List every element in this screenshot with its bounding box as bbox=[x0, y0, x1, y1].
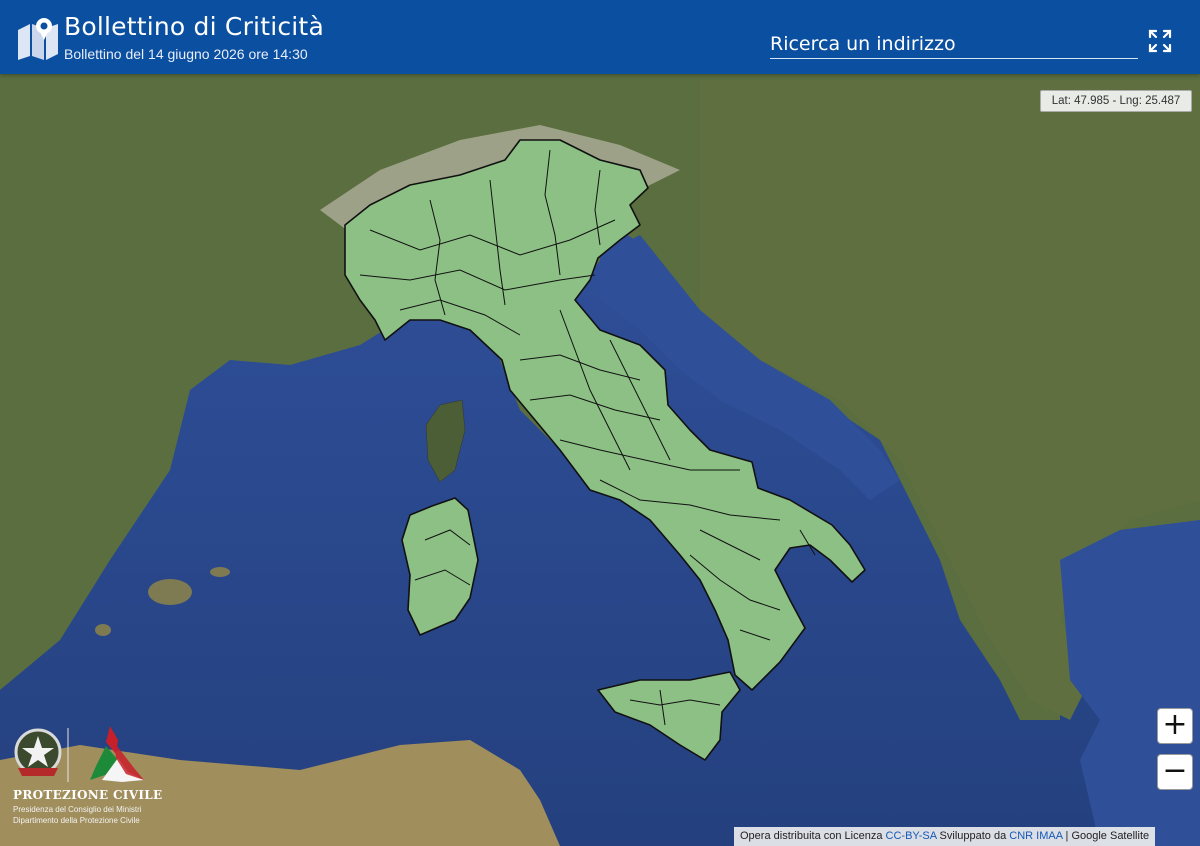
brand-subtitle-1: Presidenza del Consiglio dei Ministri bbox=[13, 805, 142, 814]
bulletin-date: Bollettino del 14 giugno 2026 ore 14:30 bbox=[64, 46, 308, 62]
header-bar: Bollettino di Criticità Bollettino del 1… bbox=[0, 0, 1200, 74]
coordinates-readout: Lat: 47.985 - Lng: 25.487 bbox=[1040, 90, 1192, 112]
page-title: Bollettino di Criticità bbox=[64, 12, 324, 41]
attribution-prefix: Opera distribuita con Licenza bbox=[740, 830, 883, 842]
attribution-separator: | bbox=[1065, 830, 1069, 842]
attribution-developed-by: Sviluppato da bbox=[939, 830, 1007, 842]
brand-subtitle-2: Dipartimento della Protezione Civile bbox=[13, 816, 140, 825]
menorca bbox=[210, 567, 230, 577]
mallorca bbox=[148, 579, 192, 605]
satellite-map[interactable] bbox=[0, 0, 1200, 846]
attribution-layer: Google Satellite bbox=[1071, 830, 1150, 842]
address-search-input[interactable] bbox=[770, 30, 1138, 59]
license-link[interactable]: CC-BY-SA bbox=[886, 830, 937, 842]
ibiza bbox=[95, 624, 111, 636]
zoom-in-button[interactable]: + bbox=[1157, 708, 1193, 744]
developer-link[interactable]: CNR IMAA bbox=[1009, 830, 1062, 842]
fullscreen-icon[interactable] bbox=[1147, 28, 1173, 54]
map-pin-icon bbox=[18, 18, 58, 60]
zoom-out-button[interactable]: − bbox=[1157, 754, 1193, 790]
brand-title: PROTEZIONE CIVILE bbox=[13, 788, 163, 802]
republic-emblem-icon bbox=[14, 728, 62, 776]
civil-protection-tricolor-icon bbox=[90, 726, 144, 782]
map-attribution: Opera distribuita con Licenza CC-BY-SA S… bbox=[734, 827, 1156, 846]
